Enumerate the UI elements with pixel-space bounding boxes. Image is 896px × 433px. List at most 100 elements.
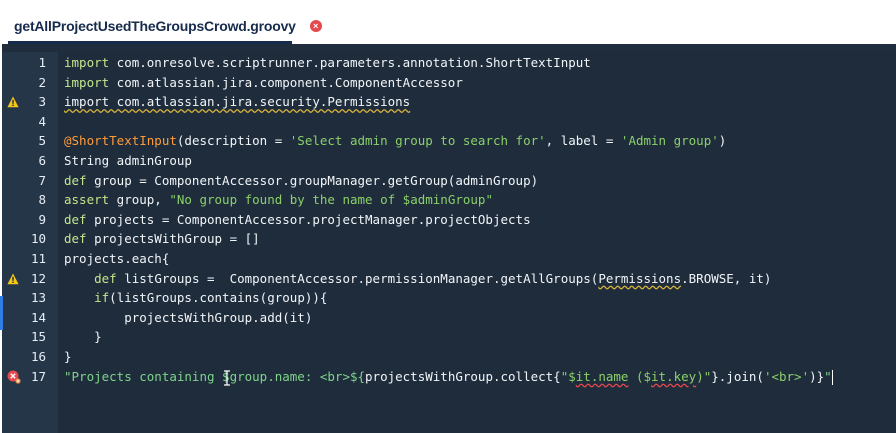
code-token: listGroups = ComponentAccessor.permissio… [116, 270, 599, 286]
code-line-text: import com.onresolve.scriptrunner.parame… [64, 53, 591, 73]
code-line-text: String adminGroup [64, 151, 192, 171]
code-line[interactable]: assert group, "No group found by the nam… [58, 190, 896, 210]
code-token: ($ [628, 368, 652, 384]
text-cursor-ibeam-icon [224, 370, 230, 386]
code-token: def [94, 270, 117, 286]
code-token: ) [718, 133, 727, 149]
code-token: projectsWithGroup.add(it) [64, 309, 313, 325]
code-token: Permissions [598, 270, 682, 286]
code-token: import [64, 74, 110, 90]
code-line-text: @ShortTextInput(description = 'Select ad… [64, 131, 726, 151]
line-number: 6 [38, 153, 46, 168]
code-token: def [64, 211, 87, 227]
line-number: 8 [38, 192, 46, 208]
code-line-text: def projectsWithGroup = [] [64, 229, 260, 249]
code-line-text: assert group, "No group found by the nam… [64, 190, 493, 210]
gutter-line: 12 [2, 269, 58, 289]
code-line[interactable] [58, 112, 896, 132]
line-number: 5 [38, 133, 46, 149]
gutter-line: 16 [2, 347, 58, 367]
code-token: com.onresolve.scriptrunner.parameters.an… [109, 55, 591, 70]
code-editor[interactable]: 1 2 3 4 5 6 7 8 9 10 11 12 13 14 15 16 17 import com.onr… [2, 52, 896, 433]
code-area[interactable]: import com.onresolve.scriptrunner.parame… [58, 52, 896, 433]
error-icon[interactable] [7, 370, 21, 384]
code-line[interactable]: import com.onresolve.scriptrunner.parame… [58, 53, 896, 73]
code-line[interactable]: "Projects containing $group.name: <br>${… [58, 367, 896, 387]
code-line[interactable]: projects.each{ [58, 249, 896, 269]
script-editor-window: getAllProjectUsedTheGroupsCrowd.groovy ×… [2, 8, 896, 433]
code-token: } [64, 349, 72, 364]
code-token: com.atlassian.jira.component.ComponentAc… [109, 74, 463, 90]
gutter-line: 5 [2, 131, 58, 151]
code-token: group, [109, 192, 170, 208]
gutter-line: 10 [2, 229, 58, 249]
code-token: projects = ComponentAccessor.projectMana… [86, 211, 531, 227]
code-line[interactable]: } [58, 327, 896, 347]
code-token: )} [809, 368, 825, 384]
code-token: assert [64, 192, 110, 208]
gutter-line: 7 [2, 171, 58, 191]
code-line-text: import com.atlassian.jira.security.Permi… [64, 92, 410, 112]
gutter-line: 14 [2, 308, 58, 328]
tab-script-file[interactable]: getAllProjectUsedTheGroupsCrowd.groovy × [8, 8, 328, 44]
code-line[interactable]: projectsWithGroup.add(it) [58, 308, 896, 328]
code-token: .BROWSE, it) [681, 270, 772, 286]
gutter-line: 13 [2, 288, 58, 308]
code-token: it.name [575, 368, 629, 384]
gutter-line: 4 [2, 112, 58, 132]
gutter-line: 8 [2, 190, 58, 210]
code-token: " [824, 368, 832, 384]
code-token: import com.atlassian.jira.security.Permi… [64, 94, 411, 110]
line-number: 10 [30, 231, 46, 247]
code-token: '<br>' [763, 368, 810, 384]
line-number: 4 [38, 113, 46, 129]
gutter-line: 6 [2, 151, 58, 171]
code-token: "$ [560, 368, 576, 384]
code-token: @ShortTextInput [64, 133, 177, 149]
line-number: 9 [38, 211, 46, 227]
line-number: 14 [30, 309, 46, 325]
code-token: import [64, 55, 110, 70]
code-token: it.key [651, 368, 697, 384]
code-line-text: import com.atlassian.jira.component.Comp… [64, 73, 463, 93]
line-number: 15 [30, 329, 46, 345]
code-line-text: projectsWithGroup.add(it) [64, 308, 312, 328]
gutter-line: 11 [2, 249, 58, 269]
active-tab-indicator [8, 41, 292, 44]
code-line-text: def group = ComponentAccessor.groupManag… [64, 171, 538, 191]
code-line-text: if(listGroups.contains(group)){ [64, 288, 327, 308]
tab-title: getAllProjectUsedTheGroupsCrowd.groovy [14, 18, 296, 34]
code-line[interactable]: } [58, 347, 896, 367]
warning-icon[interactable] [7, 96, 19, 108]
code-token: projects.each{ [64, 251, 170, 266]
gutter-line: 15 [2, 327, 58, 347]
code-line[interactable]: def group = ComponentAccessor.groupManag… [58, 171, 896, 191]
code-line[interactable]: def projectsWithGroup = [] [58, 229, 896, 249]
code-line[interactable]: String adminGroup [58, 151, 896, 171]
code-line[interactable]: import com.atlassian.jira.security.Permi… [58, 92, 896, 112]
code-line[interactable]: import com.atlassian.jira.component.Comp… [58, 73, 896, 93]
code-line-text: def listGroups = ComponentAccessor.permi… [64, 269, 771, 289]
code-token: def [64, 172, 87, 188]
code-token: group = ComponentAccessor.groupManager.g… [86, 172, 539, 188]
line-number-gutter: 1 2 3 4 5 6 7 8 9 10 11 12 13 14 15 16 17 [2, 52, 58, 433]
code-token: (description = [176, 133, 290, 149]
code-line[interactable]: if(listGroups.contains(group)){ [58, 288, 896, 308]
code-token: def [64, 231, 87, 247]
warning-icon[interactable] [7, 273, 19, 285]
code-line[interactable]: @ShortTextInput(description = 'Select ad… [58, 131, 896, 151]
code-line-text: def projects = ComponentAccessor.project… [64, 210, 531, 230]
code-line[interactable]: def listGroups = ComponentAccessor.permi… [58, 269, 896, 289]
gutter-line: 17 [2, 367, 58, 387]
line-number: 1 [38, 55, 46, 70]
code-line[interactable]: def projects = ComponentAccessor.project… [58, 210, 896, 230]
line-number: 16 [30, 349, 46, 364]
left-edge-marker [0, 296, 3, 330]
code-token: 'Admin group' [620, 133, 719, 149]
line-number: 2 [38, 74, 46, 90]
caret [831, 369, 833, 385]
tab-bar: getAllProjectUsedTheGroupsCrowd.groovy × [2, 8, 896, 44]
code-line-text: } [64, 347, 72, 367]
gutter-line: 3 [2, 92, 58, 112]
tab-error-close-icon[interactable]: × [309, 20, 322, 32]
